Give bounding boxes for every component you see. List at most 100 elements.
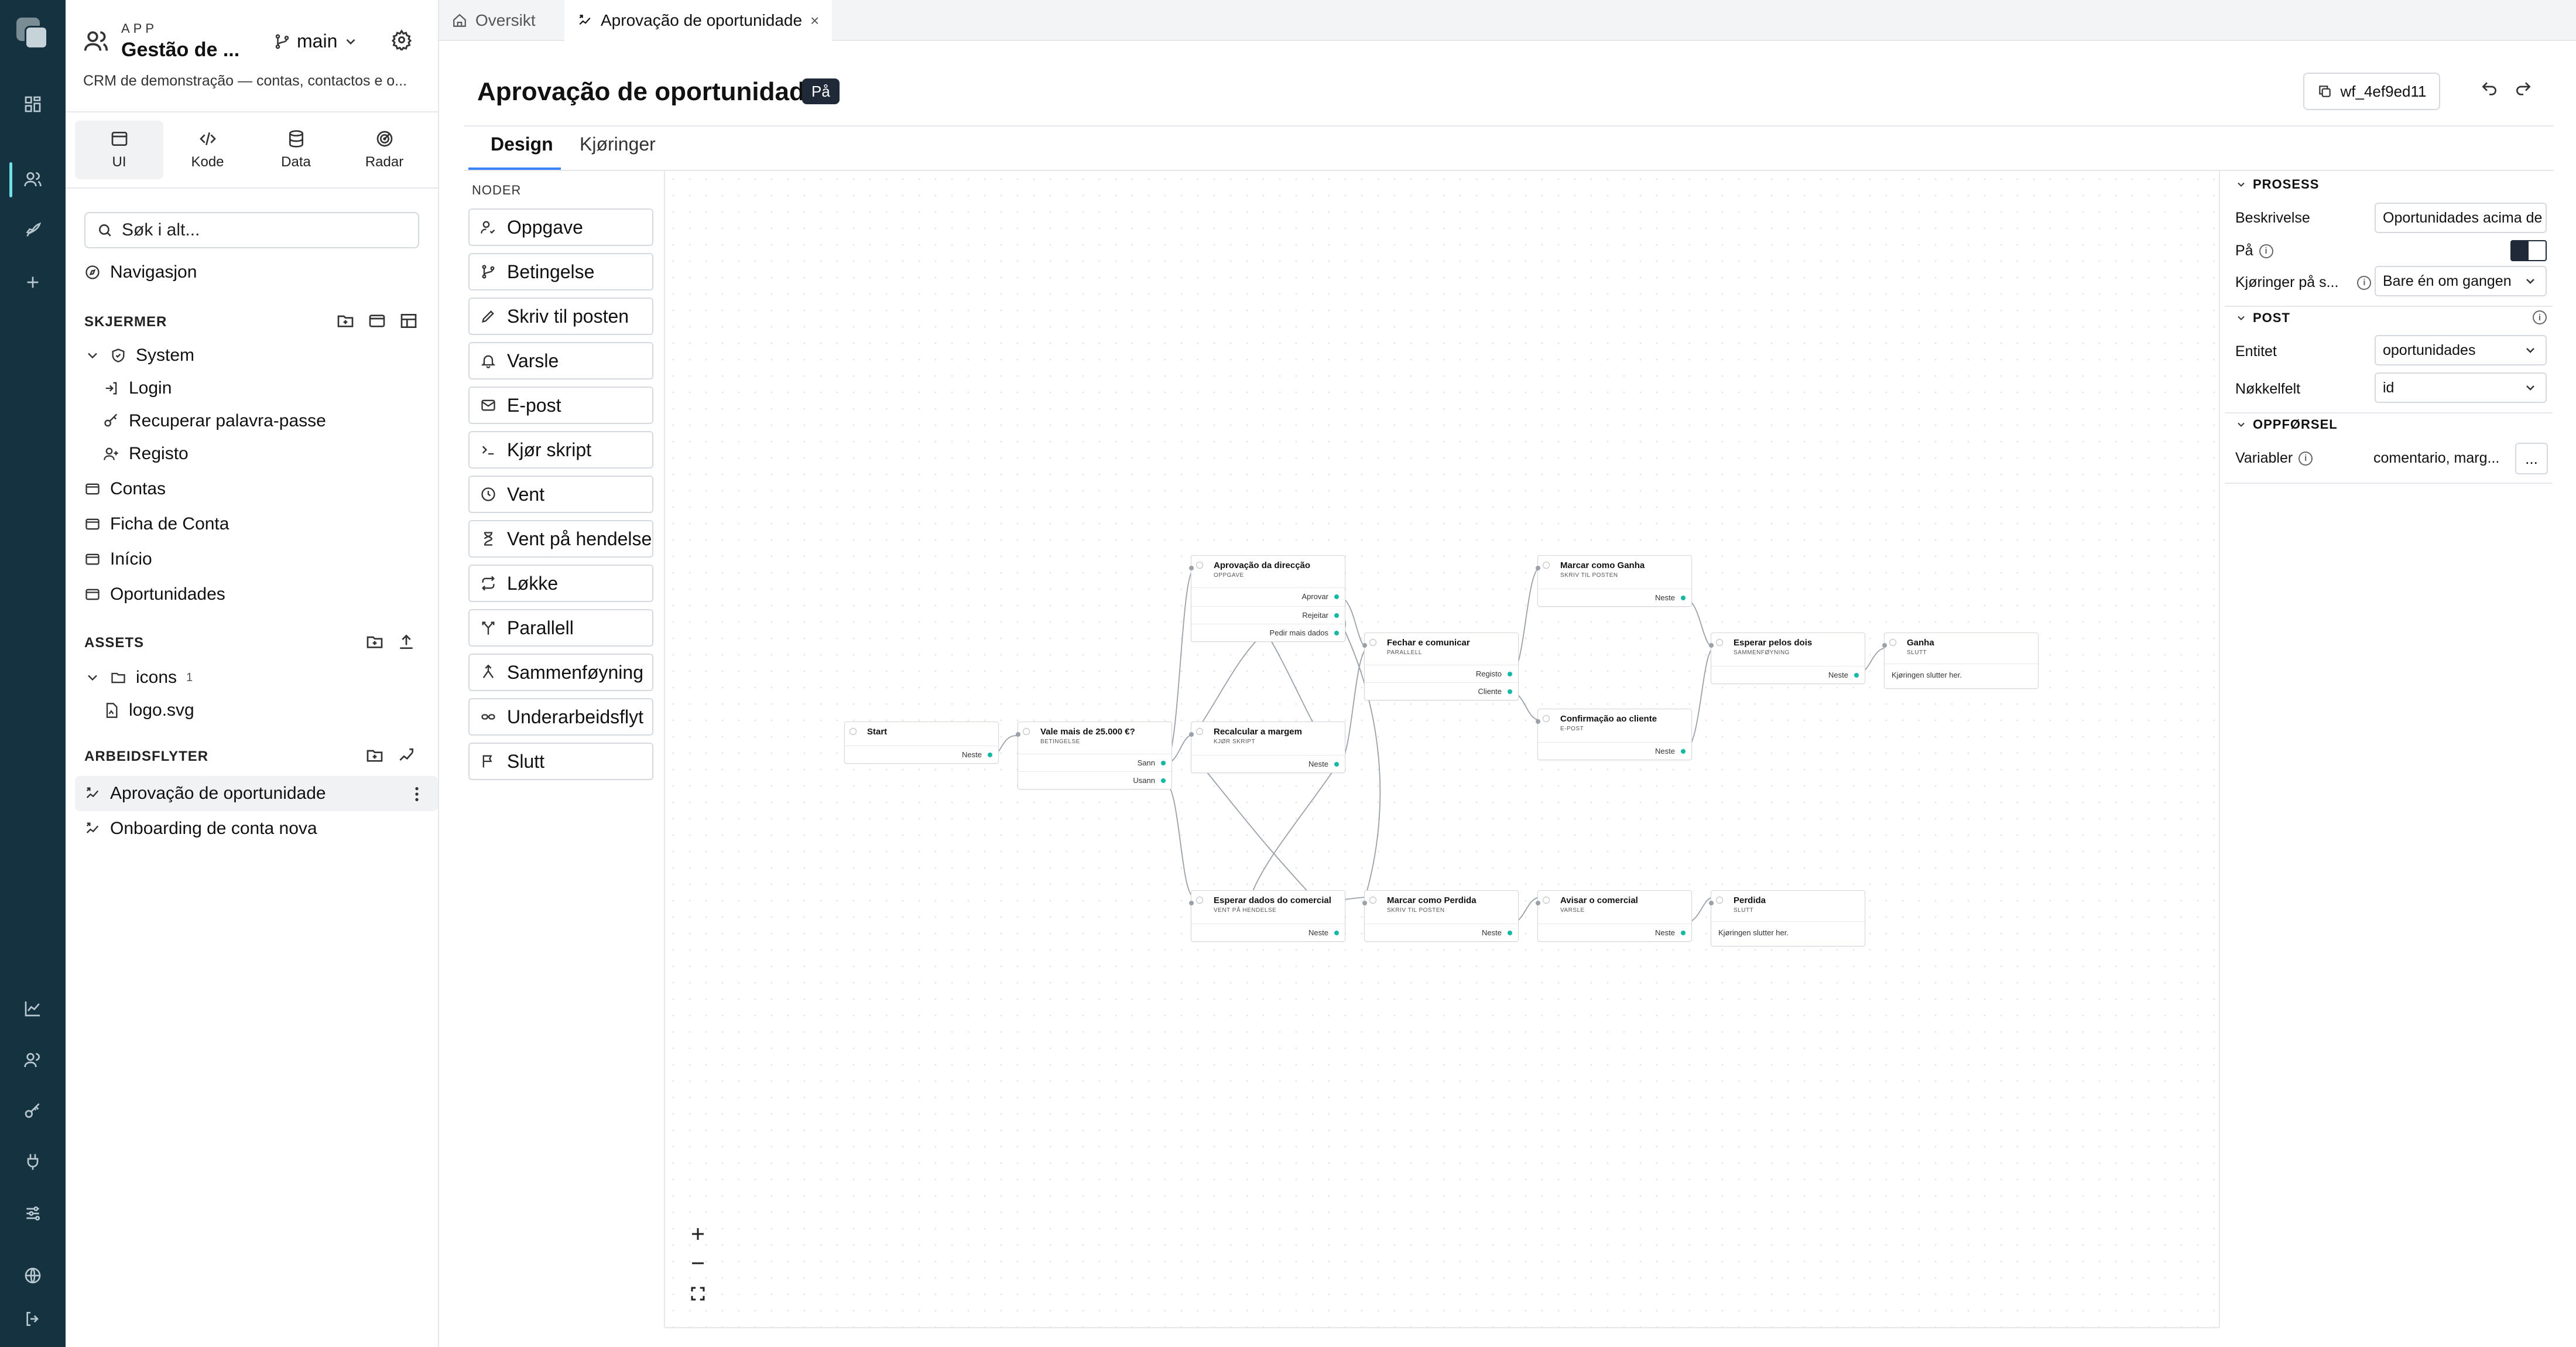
section-behaviour[interactable]: OPPFØRSEL (2235, 417, 2338, 432)
output-dot[interactable] (1334, 631, 1339, 635)
search-input[interactable]: Søk i alt... (84, 212, 419, 248)
node-port[interactable]: Registo (1365, 665, 1518, 682)
info-icon[interactable]: i (2259, 244, 2273, 258)
tab-aprovacao[interactable]: Aprovação de oportunidade × (564, 0, 833, 41)
palette-underarbeidsflyt[interactable]: Underarbeidsflyt (468, 698, 653, 736)
fit-view-button[interactable] (681, 1279, 714, 1308)
palette-kjor-skript[interactable]: Kjør skript (468, 431, 653, 469)
output-dot[interactable] (1161, 778, 1166, 783)
key-field-select[interactable]: id (2375, 372, 2547, 403)
node-port[interactable]: Neste (1538, 589, 1691, 606)
undo-button[interactable] (2480, 80, 2503, 103)
input-dot[interactable] (1536, 719, 1540, 724)
key-icon[interactable] (21, 1100, 44, 1123)
palette-skriv[interactable]: Skriv til posten (468, 298, 653, 335)
workflow-onboarding[interactable]: Onboarding de conta nova (84, 819, 317, 839)
zoom-in-button[interactable] (681, 1219, 714, 1249)
screen-oportunidades[interactable]: Oportunidades (84, 584, 225, 604)
branch-selector[interactable]: main (273, 30, 358, 52)
new-screen-icon[interactable] (368, 312, 386, 330)
flow-node-parallel[interactable]: Fechar e comunicar PARALLELL Registo Cli… (1362, 633, 1519, 700)
node-port[interactable]: Cliente (1365, 682, 1518, 700)
output-dot[interactable] (1854, 673, 1859, 678)
node-port[interactable]: Neste (1191, 924, 1345, 941)
flow-node-mark-lost[interactable]: Marcar como Perdida SKRIV TIL POSTEN Nes… (1362, 890, 1519, 942)
screen-login[interactable]: Login (103, 378, 172, 398)
flow-node-confirmation[interactable]: Confirmação ao cliente E-POST Neste (1536, 709, 1692, 760)
description-field[interactable]: Oportunidades acima de (2375, 203, 2547, 233)
asset-logo-svg[interactable]: logo.svg (103, 700, 194, 720)
more-vertical-icon[interactable] (407, 785, 426, 804)
output-dot[interactable] (1681, 931, 1686, 935)
sliders-icon[interactable] (21, 1202, 44, 1225)
flow-node-end-lost[interactable]: Perdida SLUTT Kjøringen slutter her. (1709, 890, 1865, 946)
node-port[interactable]: Neste (1711, 666, 1865, 683)
copy-workflow-id-button[interactable]: wf_4ef9ed11 (2303, 73, 2440, 110)
palette-vent[interactable]: Vent (468, 476, 653, 513)
node-port[interactable]: Neste (1538, 924, 1691, 941)
flow-node-recalc[interactable]: Recalcular a margem KJØR SKRIPT Neste (1189, 722, 1345, 773)
flow-node-approval[interactable]: Aprovação da direcção OPPGAVE Aprovar Re… (1189, 555, 1345, 642)
new-folder-icon[interactable] (365, 746, 384, 765)
output-dot[interactable] (1681, 749, 1686, 754)
upload-icon[interactable] (397, 633, 416, 651)
output-dot[interactable] (988, 753, 992, 757)
redo-button[interactable] (2514, 80, 2537, 103)
output-dot[interactable] (1334, 594, 1339, 599)
settings-button[interactable] (391, 29, 415, 53)
output-dot[interactable] (1508, 672, 1512, 676)
output-dot[interactable] (1681, 596, 1686, 600)
palette-sammenfoyning[interactable]: Sammenføyning (468, 654, 653, 691)
analytics-icon[interactable] (21, 997, 44, 1020)
input-dot[interactable] (1536, 901, 1540, 905)
asset-folder-icons[interactable]: icons 1 (84, 668, 193, 688)
input-dot[interactable] (1536, 566, 1540, 570)
info-icon[interactable]: i (2533, 310, 2547, 324)
mode-radar[interactable]: Radar (340, 121, 429, 179)
node-port[interactable]: Rejeitar (1191, 606, 1345, 624)
rocket-icon[interactable] (21, 219, 44, 242)
new-workflow-icon[interactable] (397, 746, 416, 765)
palette-slutt[interactable]: Slutt (468, 743, 653, 780)
palette-varsle[interactable]: Varsle (468, 342, 653, 380)
logout-icon[interactable] (21, 1307, 44, 1331)
node-port[interactable]: Pedir mais dados (1191, 624, 1345, 641)
team-icon[interactable] (21, 1048, 44, 1072)
tree-group-system[interactable]: System (84, 346, 194, 365)
screen-contas[interactable]: Contas (84, 479, 166, 499)
tab-overview[interactable]: Oversikt (439, 0, 549, 41)
layout-icon[interactable] (399, 312, 418, 330)
output-dot[interactable] (1334, 613, 1339, 618)
mode-data[interactable]: Data (252, 121, 340, 179)
input-dot[interactable] (1709, 643, 1714, 648)
info-icon[interactable]: i (2298, 451, 2313, 466)
screen-register[interactable]: Registo (103, 444, 189, 464)
workflow-canvas[interactable]: Start Neste Vale mais de 25.000 €? BETIN… (665, 171, 2219, 1328)
new-folder-icon[interactable] (365, 633, 384, 651)
zoom-out-button[interactable] (681, 1249, 714, 1278)
mode-code[interactable]: Kode (163, 121, 252, 179)
flow-node-condition[interactable]: Vale mais de 25.000 €? BETINGELSE Sann U… (1016, 722, 1172, 789)
node-port[interactable]: Neste (1191, 755, 1345, 772)
node-port[interactable]: Neste (1365, 924, 1518, 941)
output-dot[interactable] (1161, 761, 1166, 765)
plug-icon[interactable] (21, 1150, 44, 1174)
enabled-toggle[interactable] (2510, 240, 2547, 261)
node-port[interactable]: Usann (1018, 771, 1171, 789)
flow-node-end-won[interactable]: Ganha SLUTT Kjøringen slutter her. (1882, 633, 2039, 689)
palette-parallell[interactable]: Parallell (468, 609, 653, 647)
navigation-link[interactable]: Navigasjon (84, 262, 197, 282)
palette-betingelse[interactable]: Betingelse (468, 253, 653, 290)
new-folder-icon[interactable] (336, 312, 355, 330)
workflow-aprovacao[interactable]: Aprovação de oportunidade (84, 784, 326, 804)
info-icon[interactable]: i (2357, 275, 2372, 290)
globe-icon[interactable] (21, 1264, 44, 1287)
flow-node-mark-won[interactable]: Marcar como Ganha SKRIV TIL POSTEN Neste (1536, 555, 1692, 607)
tab-close-button[interactable]: × (810, 12, 819, 30)
flow-node-start[interactable]: Start Neste (844, 722, 999, 764)
mode-ui[interactable]: UI (75, 121, 163, 179)
node-port[interactable]: Neste (845, 746, 998, 763)
screen-ficha-de-conta[interactable]: Ficha de Conta (84, 514, 229, 534)
output-dot[interactable] (1334, 762, 1339, 767)
subtab-design[interactable]: Design (491, 134, 553, 155)
